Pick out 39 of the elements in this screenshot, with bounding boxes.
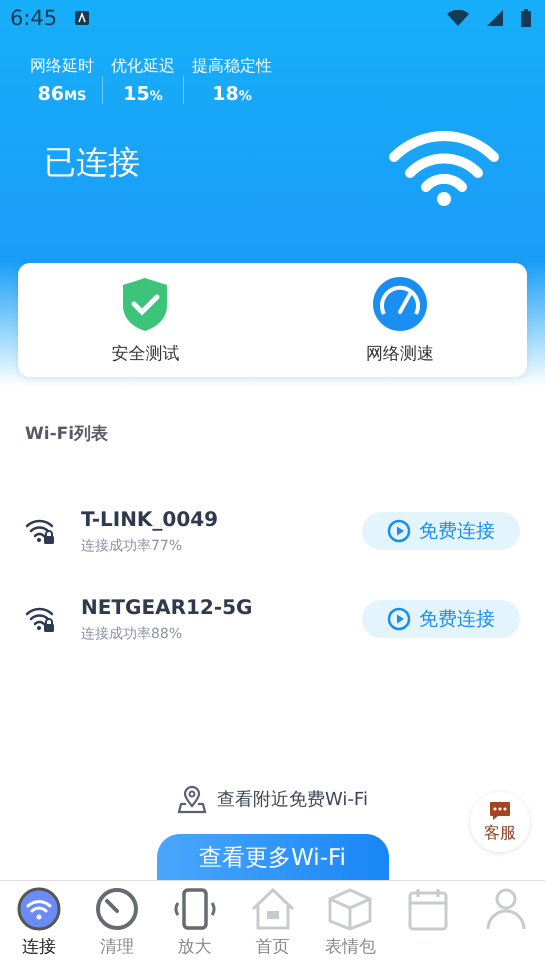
connect-button[interactable]: 免费连接: [362, 600, 520, 638]
map-pin-icon: [177, 784, 208, 814]
wifi-icon: [16, 887, 61, 931]
nav-tab[interactable]: 放大: [156, 881, 234, 968]
status-time: 6:45: [10, 6, 58, 30]
speedometer-icon: [372, 276, 428, 332]
stat-value: 86MS: [38, 83, 86, 105]
play-icon: [387, 607, 411, 631]
stat-label: 网络延时: [30, 56, 94, 77]
wifi-lock-icon: [25, 517, 55, 545]
wifi-signal-icon: [447, 10, 469, 26]
stat-label: 提高稳定性: [192, 56, 272, 77]
battery-icon: [521, 9, 531, 27]
support-button[interactable]: 客服: [470, 792, 530, 852]
section-title: Wi-Fi列表: [25, 423, 110, 445]
nav-tab[interactable]: 表情包: [311, 881, 390, 968]
nav-tab[interactable]: 首页: [234, 881, 312, 968]
network-name: T-LINK_0049: [81, 507, 220, 531]
success-rate: 连接成功率77%: [81, 537, 184, 555]
play-icon: [387, 519, 411, 543]
network-name: NETGEAR12-5G: [81, 595, 254, 619]
connection-status: 已连接: [44, 142, 140, 183]
cell-signal-icon: [487, 10, 503, 26]
dial-icon: [94, 887, 139, 931]
nearby-link[interactable]: 查看附近免费Wi-Fi: [177, 784, 368, 814]
success-rate: 连接成功率88%: [81, 625, 184, 643]
chat-icon: [489, 800, 511, 820]
wifi-lock-icon: [25, 605, 55, 633]
connect-button[interactable]: 免费连接: [362, 512, 520, 550]
tool-label[interactable]: 安全测试: [111, 342, 180, 364]
stat-value: 15%: [123, 83, 163, 105]
stat-label: 优化延迟: [111, 56, 175, 77]
stat-value: 18%: [212, 83, 252, 105]
nav-tab[interactable]: 清理: [78, 881, 156, 968]
box-icon: [326, 887, 374, 931]
nav-tab[interactable]: 连接: [0, 881, 78, 968]
notification-icon: [75, 11, 90, 25]
tool-label[interactable]: 网络测速: [366, 342, 434, 364]
more-wifi-button[interactable]: 查看更多Wi-Fi: [156, 834, 388, 880]
